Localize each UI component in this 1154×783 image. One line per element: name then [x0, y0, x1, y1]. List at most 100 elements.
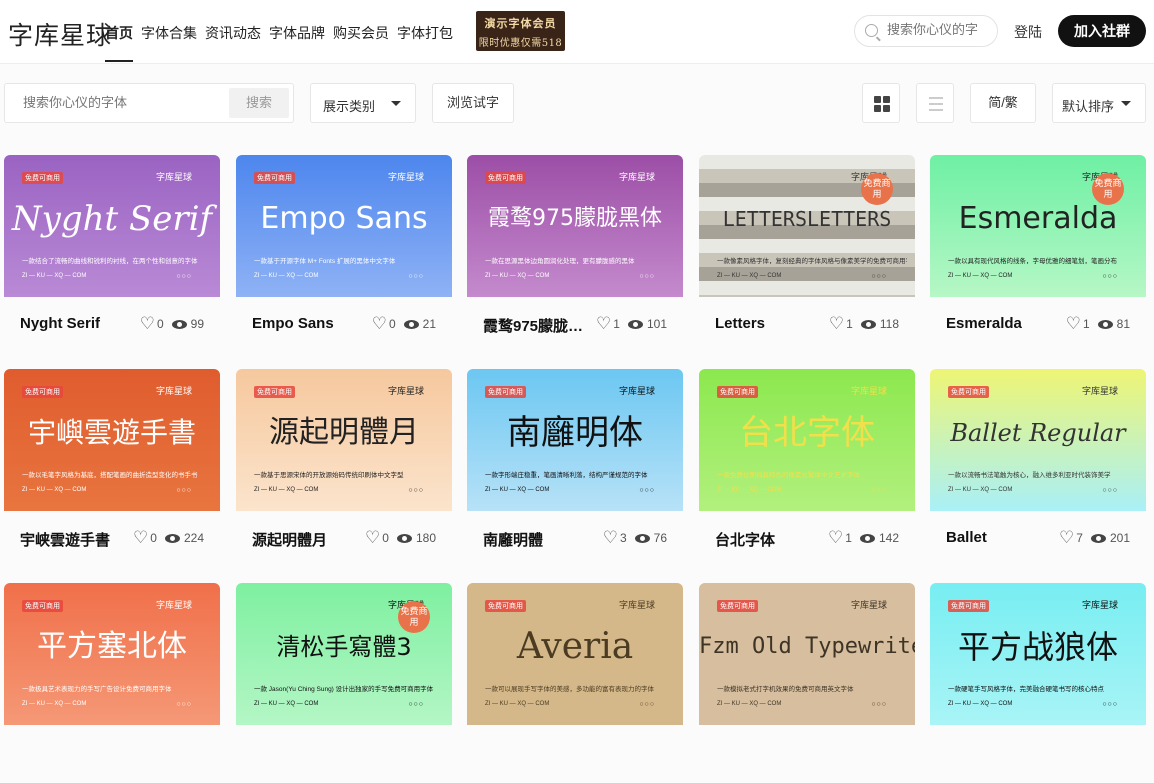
nav-collections[interactable]: 字体合集: [141, 0, 197, 62]
preview-dots: ○○○: [639, 701, 655, 708]
font-preview[interactable]: 字库星球免费商用清松手寫體3一款 Jason(Yu Ching Sung) 设计…: [236, 583, 452, 725]
font-preview[interactable]: 免费可商用 字库星球 平方战狼体 一款硬笔手写风格字体，完美融合硬笔书写的核心特点 ZI…: [930, 583, 1146, 725]
font-preview[interactable]: 免费可商用 字库星球 台北字体 一款免费位图描具特色的像素化繁体中文艺术字体 ZI — …: [699, 369, 915, 511]
font-card[interactable]: 免费可商用 字库星球 Empo Sans 一款基于开源字体 M+ Fonts 扩展的黑…: [236, 155, 452, 355]
font-name[interactable]: Ballet: [946, 529, 1056, 546]
header-search-input[interactable]: [887, 22, 991, 37]
preview-footer: ZI — KU — XQ — COM: [948, 487, 1013, 493]
font-preview[interactable]: 免费可商用 字库星球 宇嶼雲遊手書 一款以毛笔字风格为基底，搭配笔画的曲折造型变化的书…: [4, 369, 220, 511]
simplified-traditional-toggle[interactable]: 简/繁: [970, 83, 1036, 123]
preview-footer: ZI — KU — XQ — COM: [22, 487, 87, 493]
membership-promo-banner[interactable]: 演示字体会员 限时优惠仅需518: [476, 11, 565, 51]
heart-icon[interactable]: ♡: [596, 315, 611, 332]
sort-dropdown[interactable]: 默认排序: [1052, 83, 1146, 123]
font-preview[interactable]: 字库星球免费商用LETTERSLETTERS一款像素风格字体，复刻经典的字体风格…: [699, 155, 915, 297]
search-button[interactable]: 搜索: [229, 88, 289, 118]
font-card[interactable]: 免费可商用 字库星球 Fzm Old Typewriter 一款模拟老式打字机效果的免…: [699, 583, 915, 783]
font-description: 一款基于开源字体 M+ Fonts 扩展的黑体中文字体: [254, 258, 396, 265]
font-card[interactable]: 免费可商用 字库星球 宇嶼雲遊手書 一款以毛笔字风格为基底，搭配笔画的曲折造型变化的书…: [4, 369, 220, 569]
chevron-down-icon: [1121, 101, 1131, 106]
font-name[interactable]: 源起明體月: [252, 529, 362, 550]
font-card[interactable]: 免费可商用 字库星球 源起明體月 一款基于思源宋体的开放源始码传统印刷体中文字型 ZI …: [236, 369, 452, 569]
nav-brands[interactable]: 字体品牌: [269, 0, 325, 62]
site-logo[interactable]: 字库星球: [8, 16, 112, 52]
grid-icon: [883, 96, 890, 103]
font-description: 一款以具有现代风格的线条，字母优雅的细笔划，笔画分布: [948, 258, 1117, 265]
font-name[interactable]: 台北字体: [715, 529, 825, 550]
heart-icon[interactable]: ♡: [603, 529, 618, 546]
like-count: 7: [1076, 531, 1083, 545]
grid-icon: [874, 96, 881, 103]
grid-icon: [883, 105, 890, 112]
preview-dots: ○○○: [871, 273, 887, 280]
font-search-input[interactable]: [23, 95, 223, 110]
nav-news[interactable]: 资讯动态: [205, 0, 261, 62]
nav-home[interactable]: 首页: [105, 0, 133, 62]
font-card[interactable]: 免费可商用 字库星球 台北字体 一款免费位图描具特色的像素化繁体中文艺术字体 ZI — …: [699, 369, 915, 569]
font-preview[interactable]: 免费可商用 字库星球 Averia 一款可以展现手写字体的美感，多功能的富有表现力的字…: [467, 583, 683, 725]
font-card[interactable]: 免费可商用 字库星球 霞鹜975朦胧黑体 一款在思源黑体边角圆润化处理，更有朦胧感的黑…: [467, 155, 683, 355]
font-card[interactable]: 字库星球免费商用Esmeralda一款以具有现代风格的线条，字母优雅的细笔划，笔…: [930, 155, 1146, 355]
font-name[interactable]: Nyght Serif: [20, 315, 130, 332]
font-card-info: Nyght Serif ♡ 0 99: [4, 297, 220, 355]
font-preview[interactable]: 免费可商用 字库星球 霞鹜975朦胧黑体 一款在思源黑体边角圆润化处理，更有朦胧感的黑…: [467, 155, 683, 297]
font-card[interactable]: 字库星球免费商用清松手寫體3一款 Jason(Yu Ching Sung) 设计…: [236, 583, 452, 783]
font-preview[interactable]: 免费可商用 字库星球 Ballet Regular 一款以流畅书法笔触为核心，融入维多…: [930, 369, 1146, 511]
preview-dots: ○○○: [1102, 273, 1118, 280]
font-card[interactable]: 免费可商用 字库星球 Nyght Serif 一款结合了流畅的曲线和锐利的衬线，在两个…: [4, 155, 220, 355]
join-community-button[interactable]: 加入社群: [1058, 15, 1146, 47]
login-link[interactable]: 登陆: [1014, 22, 1042, 42]
font-preview[interactable]: 免费可商用 字库星球 源起明體月 一款基于思源宋体的开放源始码传统印刷体中文字型 ZI …: [236, 369, 452, 511]
font-name[interactable]: 霞鹜975朦胧黑体: [483, 315, 593, 336]
font-sample-text: 源起明體月: [269, 415, 419, 450]
font-card[interactable]: 免费可商用 字库星球 平方战狼体 一款硬笔手写风格字体，完美融合硬笔书写的核心特点 ZI…: [930, 583, 1146, 783]
grid-view-button[interactable]: [862, 83, 900, 123]
font-card[interactable]: 免费可商用 字库星球 Ballet Regular 一款以流畅书法笔触为核心，融入维多…: [930, 369, 1146, 569]
free-commercial-tag: 免费可商用: [485, 386, 526, 398]
list-icon: [929, 103, 943, 105]
font-sample-text: Fzm Old Typewriter: [699, 634, 915, 659]
heart-icon[interactable]: ♡: [1066, 315, 1081, 332]
font-preview[interactable]: 免费可商用 字库星球 Fzm Old Typewriter 一款模拟老式打字机效果的免…: [699, 583, 915, 725]
font-sample-text: 平方战狼体: [957, 628, 1118, 666]
heart-icon[interactable]: ♡: [140, 315, 155, 332]
eye-icon: [860, 319, 876, 329]
category-dropdown[interactable]: 展示类别: [310, 83, 416, 123]
font-name[interactable]: Esmeralda: [946, 315, 1056, 332]
free-commercial-tag: 免费可商用: [254, 386, 295, 398]
heart-icon[interactable]: ♡: [133, 529, 148, 546]
chevron-down-icon: [391, 101, 401, 106]
nav-bundle[interactable]: 字体打包: [397, 0, 453, 62]
heart-icon[interactable]: ♡: [828, 529, 843, 546]
heart-icon[interactable]: ♡: [365, 529, 380, 546]
font-name[interactable]: 南廱明體: [483, 529, 593, 550]
font-name[interactable]: 宇峡雲遊手書: [20, 529, 130, 550]
nav-membership[interactable]: 购买会员: [333, 0, 389, 62]
top-header: 字库星球 首页 字体合集 资讯动态 字体品牌 购买会员 字体打包 演示字体会员 …: [0, 0, 1154, 64]
font-card[interactable]: 免费可商用 字库星球 南廱明体 一款字形端庄稳重，笔画清晰利落，结构严谨规范的字体 ZI…: [467, 369, 683, 569]
font-preview[interactable]: 免费可商用 字库星球 Nyght Serif 一款结合了流畅的曲线和锐利的衬线，在两个…: [4, 155, 220, 297]
free-commercial-tag: 免费可商用: [254, 172, 295, 184]
font-preview[interactable]: 免费可商用 字库星球 南廱明体 一款字形端庄稳重，笔画清晰利落，结构严谨规范的字体 ZI…: [467, 369, 683, 511]
preview-dots: ○○○: [408, 487, 424, 494]
font-preview[interactable]: 免费可商用 字库星球 平方塞北体 一款极具艺术表现力的手写广告设计免费可商用字体 ZI …: [4, 583, 220, 725]
eye-icon: [634, 533, 650, 543]
view-count: 180: [415, 531, 436, 545]
font-card[interactable]: 免费可商用 字库星球 Averia 一款可以展现手写字体的美感，多功能的富有表现力的字…: [467, 583, 683, 783]
font-preview[interactable]: 免费可商用 字库星球 Empo Sans 一款基于开源字体 M+ Fonts 扩展的黑…: [236, 155, 452, 297]
list-view-button[interactable]: [916, 83, 954, 123]
preview-dots: ○○○: [1102, 487, 1118, 494]
font-name[interactable]: Empo Sans: [252, 315, 362, 332]
font-name[interactable]: Letters: [715, 315, 825, 332]
font-card-info: 霞鹜975朦胧黑体 ♡ 1 101: [467, 297, 683, 355]
browse-preview-button[interactable]: 浏览试字: [432, 83, 514, 123]
heart-icon[interactable]: ♡: [1059, 529, 1074, 546]
sort-label: 默认排序: [1062, 99, 1115, 114]
like-count: 0: [388, 317, 396, 331]
font-card[interactable]: 字库星球免费商用LETTERSLETTERS一款像素风格字体，复刻经典的字体风格…: [699, 155, 915, 355]
font-card[interactable]: 免费可商用 字库星球 平方塞北体 一款极具艺术表现力的手写广告设计免费可商用字体 ZI …: [4, 583, 220, 783]
heart-icon[interactable]: ♡: [372, 315, 387, 332]
heart-icon[interactable]: ♡: [829, 315, 844, 332]
font-search: 搜索: [4, 83, 294, 123]
font-preview[interactable]: 字库星球免费商用Esmeralda一款以具有现代风格的线条，字母优雅的细笔划，笔…: [930, 155, 1146, 297]
